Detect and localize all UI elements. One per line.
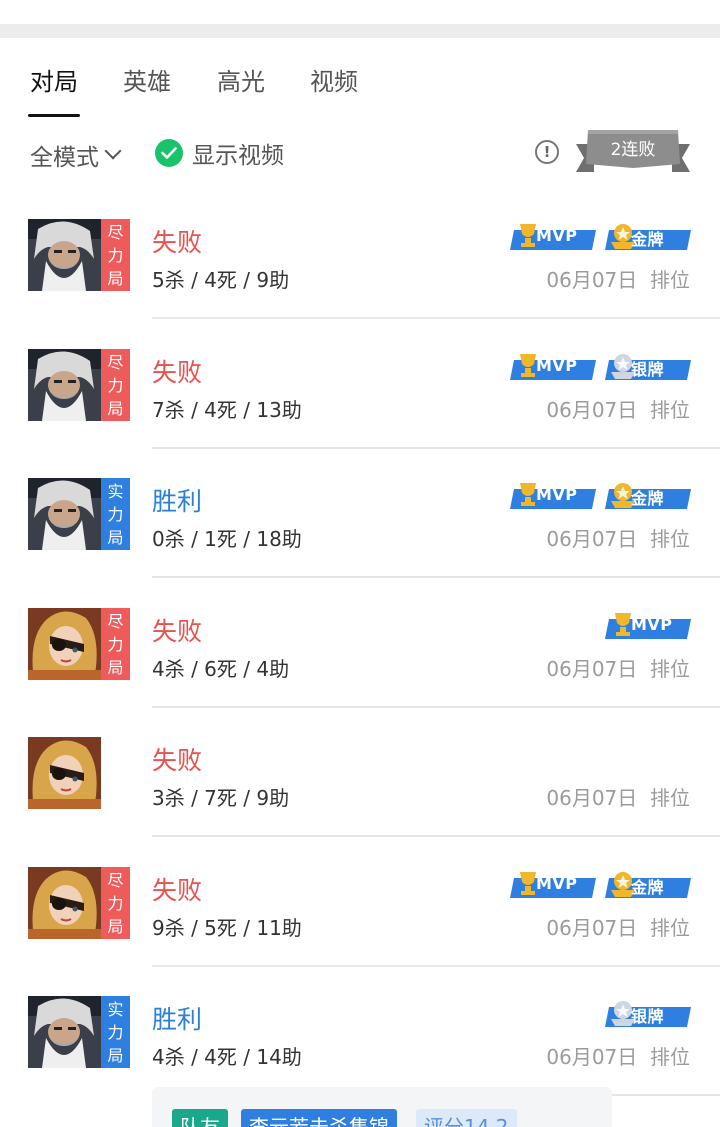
match-badges: MVP <box>605 611 691 639</box>
match-meta: 06月07日 排位 <box>546 1041 690 1070</box>
match-date: 06月07日 <box>546 527 638 551</box>
match-type: 排位 <box>650 915 690 940</box>
match-date: 06月07日 <box>546 915 638 940</box>
mvp-badge: MVP <box>510 870 596 898</box>
teammate-label: 队友 <box>172 1109 228 1127</box>
match-quality-tag: 尽力局 <box>101 607 130 680</box>
match-result: 胜利 <box>152 1005 203 1034</box>
match-kda: 3杀 / 7死 / 9助 <box>152 786 290 810</box>
match-meta: 06月07日 排位 <box>546 264 690 293</box>
chevron-down-icon <box>104 142 122 160</box>
match-row[interactable]: 尽力局失败 5杀 / 4死 / 9助 MVP 金牌 06月07日 排位 <box>0 190 720 319</box>
match-meta: 06月07日 排位 <box>546 782 690 811</box>
match-result: 失败 <box>152 228 203 257</box>
mvp-badge: MVP <box>510 352 596 380</box>
show-video-label: 显示视频 <box>192 143 284 169</box>
match-kda: 0杀 / 1死 / 18助 <box>152 527 302 551</box>
tab-videos[interactable]: 视频 <box>310 62 358 97</box>
losing-streak-ribbon: 2连败 <box>576 128 690 176</box>
hero-avatar <box>28 737 130 809</box>
match-badges: MVP 银牌 <box>510 352 691 380</box>
tab-matches[interactable]: 对局 <box>30 62 78 97</box>
hero-avatar: 尽力局 <box>28 866 130 939</box>
match-type: 排位 <box>650 1045 690 1069</box>
info-icon[interactable]: ! <box>535 140 559 164</box>
tab-bar: 对局 英雄 高光 视频 <box>0 38 720 120</box>
match-type: 排位 <box>650 397 690 422</box>
match-result: 失败 <box>152 616 203 646</box>
match-meta: 06月07日 排位 <box>546 912 690 941</box>
match-date: 06月07日 <box>546 656 638 681</box>
hero-avatar: 实力局 <box>28 478 130 550</box>
match-type: 排位 <box>650 656 690 681</box>
match-meta: 06月07日 排位 <box>546 394 690 423</box>
hero-avatar: 尽力局 <box>28 607 130 680</box>
match-kda: 4杀 / 6死 / 4助 <box>152 656 290 681</box>
match-date: 06月07日 <box>546 268 638 292</box>
match-kda: 5杀 / 4死 / 9助 <box>152 268 290 292</box>
match-row[interactable]: 尽力局失败 4杀 / 6死 / 4助 MVP 06月07日 排位 <box>0 579 720 708</box>
silver-badge: 银牌 <box>605 352 691 380</box>
top-separator <box>0 24 720 38</box>
check-circle-icon <box>155 139 183 167</box>
match-result: 失败 <box>152 746 203 775</box>
match-badges: MVP 金牌 <box>510 481 691 509</box>
show-video-toggle[interactable]: 显示视频 <box>155 136 284 170</box>
gold-badge: 金牌 <box>605 481 691 509</box>
match-quality-tag: 尽力局 <box>101 219 130 291</box>
streak-label: 2连败 <box>610 140 656 160</box>
match-type: 排位 <box>650 527 690 551</box>
match-quality-tag: 尽力局 <box>101 348 130 421</box>
hero-avatar: 实力局 <box>28 996 130 1068</box>
match-row[interactable]: 实力局胜利 4杀 / 4死 / 14助 银牌 06月07日 排位 <box>0 967 720 1096</box>
match-kda: 4杀 / 4死 / 14助 <box>152 1045 302 1069</box>
hero-avatar: 尽力局 <box>28 219 130 291</box>
match-row[interactable]: 尽力局失败 7杀 / 4死 / 13助 MVP 银牌 06月07日 排位 <box>0 320 720 449</box>
match-row[interactable]: 尽力局失败 9杀 / 5死 / 11助 MVP 金牌 06月07日 排位 <box>0 838 720 967</box>
match-row[interactable]: 实力局胜利 0杀 / 1死 / 18助 MVP 金牌 06月07日 排位 <box>0 449 720 578</box>
match-meta: 06月07日 排位 <box>546 653 690 682</box>
match-date: 06月07日 <box>546 397 638 422</box>
match-badges: MVP 金牌 <box>510 870 691 898</box>
match-type: 排位 <box>650 268 690 292</box>
teammates-panel: 队友 李元芳击杀集锦 评分14.2 <box>152 1087 612 1127</box>
active-tab-indicator <box>28 114 80 117</box>
match-quality-tag: 实力局 <box>101 478 130 550</box>
mvp-badge: MVP <box>605 611 691 639</box>
match-result: 失败 <box>152 875 203 905</box>
teammate-name[interactable]: 李元芳击杀集锦 <box>241 1109 397 1127</box>
mode-label: 全模式 <box>30 145 99 171</box>
match-quality-tag: 尽力局 <box>101 866 130 939</box>
match-quality-tag: 实力局 <box>101 996 130 1068</box>
match-type: 排位 <box>650 786 690 810</box>
hero-avatar: 尽力局 <box>28 348 130 421</box>
match-date: 06月07日 <box>546 1045 638 1069</box>
match-row[interactable]: 失败 3杀 / 7死 / 9助 06月07日 排位 <box>0 708 720 837</box>
teammate-score: 评分14.2 <box>416 1109 517 1127</box>
match-result: 胜利 <box>152 487 203 516</box>
match-kda: 7杀 / 4死 / 13助 <box>152 397 302 422</box>
filter-bar: 全模式 显示视频 ! 2连败 <box>0 120 720 190</box>
mvp-badge: MVP <box>510 481 596 509</box>
status-bar <box>0 0 720 24</box>
match-kda: 9杀 / 5死 / 11助 <box>152 915 302 940</box>
mode-dropdown[interactable]: 全模式 <box>30 138 122 172</box>
tab-highlights[interactable]: 高光 <box>217 62 265 97</box>
silver-badge: 银牌 <box>605 999 691 1027</box>
match-date: 06月07日 <box>546 786 638 810</box>
gold-badge: 金牌 <box>605 222 691 250</box>
match-badges: 银牌 <box>605 999 691 1027</box>
match-meta: 06月07日 排位 <box>546 523 690 552</box>
match-result: 失败 <box>152 357 203 387</box>
tab-heroes[interactable]: 英雄 <box>123 62 171 97</box>
gold-badge: 金牌 <box>605 870 691 898</box>
mvp-badge: MVP <box>510 222 596 250</box>
match-badges: MVP 金牌 <box>510 222 691 250</box>
